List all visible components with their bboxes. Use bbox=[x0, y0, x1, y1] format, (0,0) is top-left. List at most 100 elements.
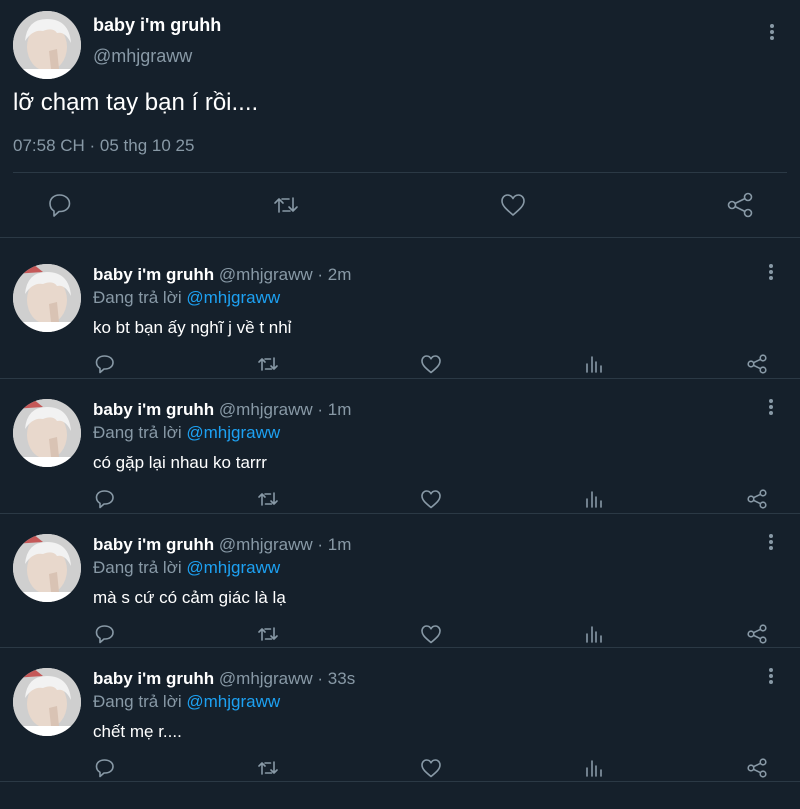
share-icon bbox=[747, 758, 767, 778]
analytics-icon bbox=[586, 626, 602, 643]
handle[interactable]: @mhjgraww bbox=[93, 46, 192, 67]
like-button[interactable] bbox=[419, 487, 443, 511]
main-tweet: baby i'm gruhh @mhjgraww lỡ chạm tay bạn… bbox=[0, 0, 800, 238]
replying-prefix: Đang trả lời bbox=[93, 692, 182, 711]
retweet-icon bbox=[274, 197, 298, 213]
replying-prefix: Đang trả lời bbox=[93, 558, 182, 577]
reply-header: baby i'm gruhh @mhjgraww · 33s bbox=[93, 669, 355, 689]
reply-tweet[interactable]: baby i'm gruhh @mhjgraww · 1m Đang trả l… bbox=[0, 379, 800, 513]
reply-header: baby i'm gruhh @mhjgraww · 1m bbox=[93, 535, 351, 555]
share-button[interactable] bbox=[725, 190, 755, 220]
reply-header: baby i'm gruhh @mhjgraww · 1m bbox=[93, 400, 351, 420]
retweet-button[interactable] bbox=[256, 487, 280, 511]
display-name[interactable]: baby i'm gruhh bbox=[93, 535, 214, 554]
display-name[interactable]: baby i'm gruhh bbox=[93, 15, 221, 36]
like-button[interactable] bbox=[419, 622, 443, 646]
reply-button[interactable] bbox=[93, 352, 117, 376]
avatar-image bbox=[13, 264, 81, 332]
retweet-button[interactable] bbox=[256, 756, 280, 780]
share-icon bbox=[747, 489, 767, 509]
divider bbox=[13, 172, 787, 173]
avatar[interactable] bbox=[13, 399, 81, 467]
analytics-icon bbox=[586, 356, 602, 373]
avatar-image bbox=[13, 11, 81, 79]
retweet-icon bbox=[258, 761, 278, 775]
retweet-button[interactable] bbox=[256, 352, 280, 376]
tweet-text: lỡ chạm tay bạn í rồi.... bbox=[13, 89, 259, 116]
like-button[interactable] bbox=[419, 352, 443, 376]
avatar[interactable] bbox=[13, 668, 81, 736]
reply-button[interactable] bbox=[45, 190, 75, 220]
analytics-button[interactable] bbox=[582, 487, 606, 511]
analytics-button[interactable] bbox=[582, 756, 606, 780]
replying-to-link[interactable]: @mhjgraww bbox=[186, 423, 280, 442]
reply-tweet[interactable]: baby i'm gruhh @mhjgraww · 2m Đang trả l… bbox=[0, 244, 800, 378]
reply-icon bbox=[49, 194, 71, 217]
replying-to-link[interactable]: @mhjgraww bbox=[186, 692, 280, 711]
analytics-icon bbox=[586, 760, 602, 777]
share-icon bbox=[747, 354, 767, 374]
reply-text: có gặp lại nhau ko tarrr bbox=[93, 453, 267, 472]
avatar[interactable] bbox=[13, 11, 81, 79]
replying-to-link[interactable]: @mhjgraww bbox=[186, 558, 280, 577]
more-options-icon[interactable] bbox=[768, 399, 774, 419]
reply-header: baby i'm gruhh @mhjgraww · 2m bbox=[93, 265, 351, 285]
reply-icon bbox=[95, 490, 114, 509]
share-button[interactable] bbox=[745, 352, 769, 376]
analytics-button[interactable] bbox=[582, 352, 606, 376]
like-icon bbox=[421, 490, 441, 509]
reply-button[interactable] bbox=[93, 622, 117, 646]
share-button[interactable] bbox=[745, 622, 769, 646]
reply-text: mà s cứ có cảm giác là lạ bbox=[93, 588, 286, 607]
more-options-icon[interactable] bbox=[768, 534, 774, 554]
analytics-button[interactable] bbox=[582, 622, 606, 646]
display-name[interactable]: baby i'm gruhh bbox=[93, 400, 214, 419]
divider bbox=[0, 237, 800, 238]
reply-icon bbox=[95, 625, 114, 644]
avatar-image bbox=[13, 668, 81, 736]
share-button[interactable] bbox=[745, 487, 769, 511]
replying-to: Đang trả lời @mhjgraww bbox=[93, 692, 280, 712]
analytics-icon bbox=[586, 491, 602, 508]
like-icon bbox=[421, 355, 441, 374]
reply-text: ko bt bạn ấy nghĩ j về t nhỉ bbox=[93, 318, 292, 337]
handle-and-time[interactable]: @mhjgraww · 1m bbox=[219, 400, 352, 419]
replying-to: Đang trả lời @mhjgraww bbox=[93, 423, 280, 443]
like-icon bbox=[501, 194, 525, 216]
share-button[interactable] bbox=[745, 756, 769, 780]
reply-tweet[interactable]: baby i'm gruhh @mhjgraww · 1m Đang trả l… bbox=[0, 514, 800, 648]
reply-tweet[interactable]: baby i'm gruhh @mhjgraww · 33s Đang trả … bbox=[0, 648, 800, 782]
like-icon bbox=[421, 759, 441, 778]
retweet-button[interactable] bbox=[256, 622, 280, 646]
replying-prefix: Đang trả lời bbox=[93, 288, 182, 307]
replying-to: Đang trả lời @mhjgraww bbox=[93, 288, 280, 308]
like-icon bbox=[421, 625, 441, 644]
retweet-icon bbox=[258, 492, 278, 506]
replying-to-link[interactable]: @mhjgraww bbox=[186, 288, 280, 307]
handle-and-time[interactable]: @mhjgraww · 1m bbox=[219, 535, 352, 554]
avatar[interactable] bbox=[13, 264, 81, 332]
like-button[interactable] bbox=[498, 190, 528, 220]
retweet-button[interactable] bbox=[271, 190, 301, 220]
handle-and-time[interactable]: @mhjgraww · 2m bbox=[219, 265, 352, 284]
reply-button[interactable] bbox=[93, 756, 117, 780]
retweet-icon bbox=[258, 357, 278, 371]
display-name[interactable]: baby i'm gruhh bbox=[93, 669, 214, 688]
replying-to: Đang trả lời @mhjgraww bbox=[93, 558, 280, 578]
share-icon bbox=[727, 192, 753, 218]
handle-and-time[interactable]: @mhjgraww · 33s bbox=[219, 669, 355, 688]
reply-text: chết mẹ r.... bbox=[93, 722, 182, 741]
reply-icon bbox=[95, 759, 114, 778]
more-options-icon[interactable] bbox=[768, 264, 774, 284]
avatar[interactable] bbox=[13, 534, 81, 602]
reply-icon bbox=[95, 355, 114, 374]
like-button[interactable] bbox=[419, 756, 443, 780]
more-options-icon[interactable] bbox=[768, 668, 774, 688]
retweet-icon bbox=[258, 627, 278, 641]
display-name[interactable]: baby i'm gruhh bbox=[93, 265, 214, 284]
divider bbox=[0, 781, 800, 782]
more-options-icon[interactable] bbox=[769, 24, 775, 44]
replying-prefix: Đang trả lời bbox=[93, 423, 182, 442]
tweet-timestamp[interactable]: 07:58 CH · 05 thg 10 25 bbox=[13, 136, 194, 156]
reply-button[interactable] bbox=[93, 487, 117, 511]
